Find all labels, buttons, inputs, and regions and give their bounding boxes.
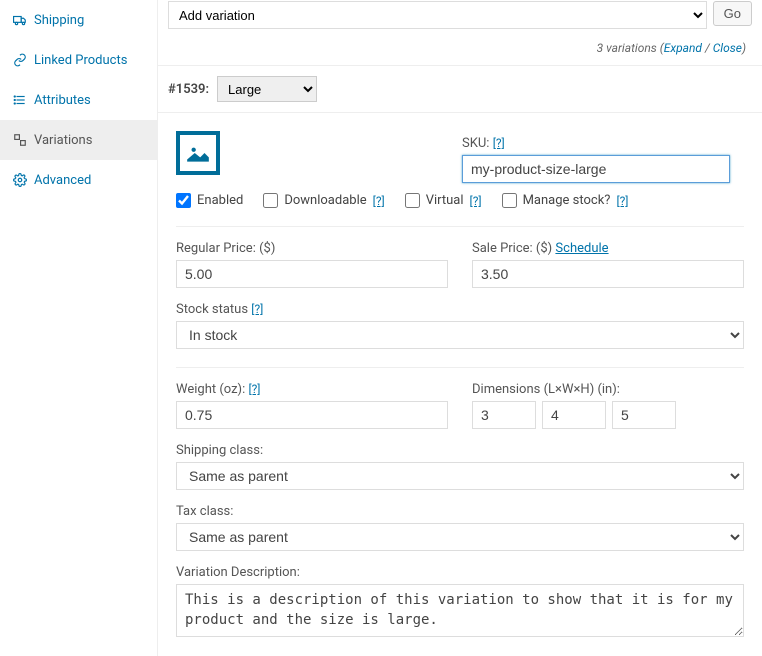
stock-help-link[interactable]: [?]	[251, 302, 263, 316]
downloadable-checkbox-label[interactable]: Downloadable [?]	[263, 193, 384, 208]
sidebar-item-attributes[interactable]: Attributes	[0, 80, 157, 120]
length-input[interactable]	[472, 401, 536, 429]
shipping-class-select[interactable]: Same as parent	[176, 462, 744, 490]
sale-price-label: Sale Price: ($) Schedule	[472, 241, 744, 256]
sidebar-item-variations[interactable]: Variations	[0, 120, 157, 160]
regular-price-input[interactable]	[176, 260, 448, 288]
virtual-help-link[interactable]: [?]	[470, 194, 482, 208]
tax-class-select[interactable]: Same as parent	[176, 523, 744, 551]
manage-stock-checkbox-label[interactable]: Manage stock? [?]	[502, 193, 629, 208]
attribute-size-select[interactable]: Large	[217, 76, 317, 102]
add-variation-select[interactable]: Add variation	[168, 1, 707, 29]
stock-status-label: Stock status [?]	[176, 302, 744, 317]
variation-body: SKU: [?] Enabled Downloadable [?] Virtua…	[158, 113, 762, 641]
gear-icon	[12, 172, 28, 188]
link-icon	[12, 52, 28, 68]
sku-label: SKU: [?]	[462, 136, 730, 151]
virtual-checkbox[interactable]	[405, 193, 420, 208]
stock-status-select[interactable]: In stock	[176, 321, 744, 349]
weight-help-link[interactable]: [?]	[248, 382, 260, 396]
product-data-sidebar: Shipping Linked Products Attributes Vari…	[0, 0, 158, 656]
regular-price-label: Regular Price: ($)	[176, 241, 448, 256]
close-link[interactable]: Close	[713, 41, 742, 55]
sidebar-item-linked-products[interactable]: Linked Products	[0, 40, 157, 80]
manage-stock-help-link[interactable]: [?]	[616, 194, 628, 208]
sale-price-input[interactable]	[472, 260, 744, 288]
variation-image-picker[interactable]	[176, 131, 220, 175]
divider	[176, 367, 744, 368]
sidebar-item-label: Shipping	[34, 13, 84, 28]
variations-count: 3 variations	[597, 41, 657, 55]
sidebar-item-advanced[interactable]: Advanced	[0, 160, 157, 200]
expand-link[interactable]: Expand	[664, 41, 702, 55]
dimensions-label: Dimensions (L×W×H) (in):	[472, 382, 744, 397]
variations-summary: 3 variations (Expand / Close)	[158, 35, 762, 65]
variation-header[interactable]: #1539: Large	[158, 65, 762, 113]
schedule-link[interactable]: Schedule	[555, 241, 608, 256]
sku-input[interactable]	[462, 155, 730, 183]
sidebar-item-label: Advanced	[34, 173, 91, 188]
virtual-checkbox-label[interactable]: Virtual [?]	[405, 193, 482, 208]
truck-icon	[12, 12, 28, 28]
list-icon	[12, 92, 28, 108]
variation-description-textarea[interactable]	[176, 584, 744, 637]
enabled-checkbox[interactable]	[176, 193, 191, 208]
variation-id: #1539:	[168, 82, 209, 97]
variation-description-label: Variation Description:	[176, 565, 744, 580]
image-icon	[185, 140, 211, 166]
variations-toolbar: Add variation Go	[158, 0, 762, 35]
sidebar-item-label: Attributes	[34, 93, 91, 108]
manage-stock-checkbox[interactable]	[502, 193, 517, 208]
shipping-class-label: Shipping class:	[176, 443, 744, 458]
go-button[interactable]: Go	[713, 1, 752, 26]
downloadable-help-link[interactable]: [?]	[373, 194, 385, 208]
weight-label: Weight (oz): [?]	[176, 382, 448, 397]
sku-help-link[interactable]: [?]	[493, 136, 505, 150]
divider	[176, 226, 744, 227]
weight-input[interactable]	[176, 401, 448, 429]
sidebar-item-shipping[interactable]: Shipping	[0, 0, 157, 40]
main-panel: Add variation Go 3 variations (Expand / …	[158, 0, 762, 656]
height-input[interactable]	[612, 401, 676, 429]
sidebar-item-label: Variations	[34, 133, 92, 148]
downloadable-checkbox[interactable]	[263, 193, 278, 208]
tax-class-label: Tax class:	[176, 504, 744, 519]
width-input[interactable]	[542, 401, 606, 429]
enabled-checkbox-label[interactable]: Enabled	[176, 193, 243, 208]
sidebar-item-label: Linked Products	[34, 53, 127, 68]
variations-icon	[12, 132, 28, 148]
